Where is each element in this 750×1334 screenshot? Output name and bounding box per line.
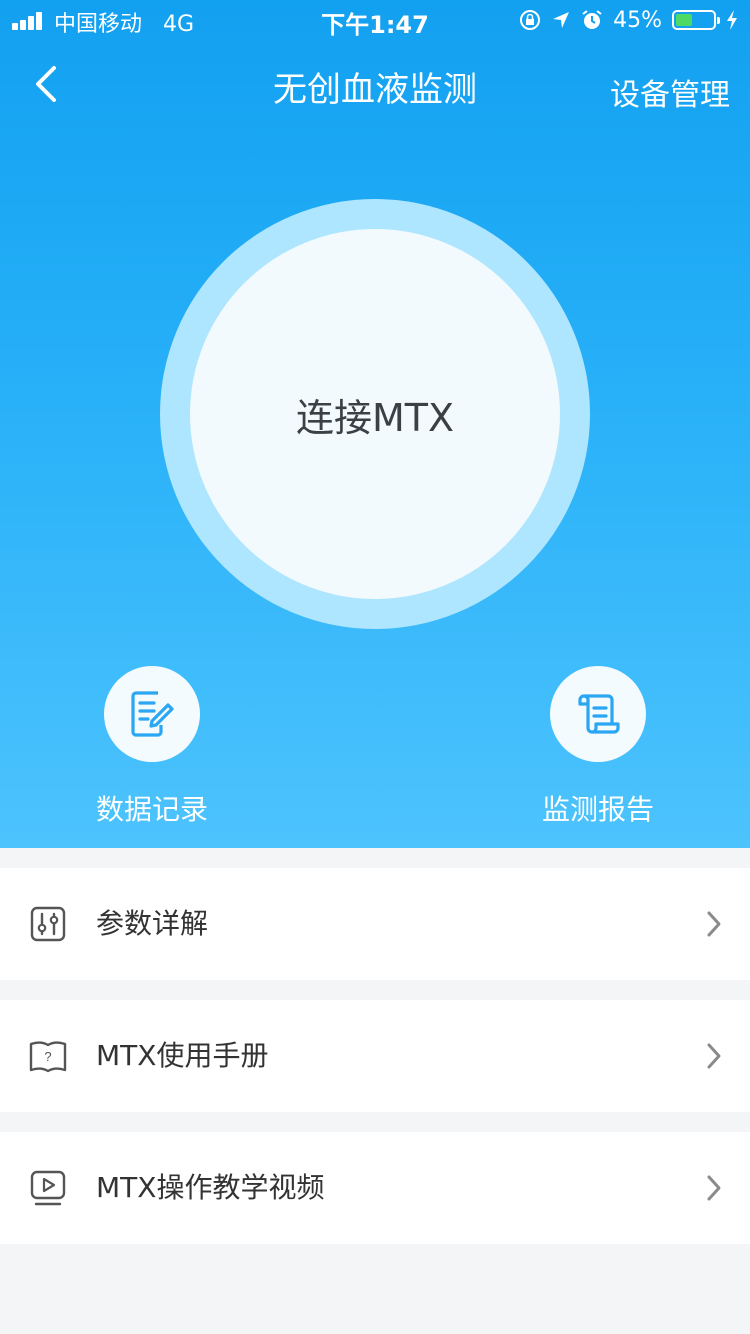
svg-text:?: ? — [44, 1049, 51, 1064]
list-item-label: MTX使用手册 — [96, 1039, 269, 1072]
status-right: 45% — [519, 5, 738, 35]
scroll-report-icon — [578, 694, 620, 734]
data-records-button[interactable]: 数据记录 — [52, 666, 252, 828]
chevron-right-icon — [707, 911, 721, 937]
data-records-label: 数据记录 — [95, 793, 208, 826]
list-item-tutorial-video[interactable]: MTX操作教学视频 — [0, 1132, 750, 1244]
connect-label: 连接MTX — [295, 395, 455, 440]
status-bar: 中国移动 4G 下午1:47 45% — [0, 0, 750, 40]
lock-rotation-icon — [519, 9, 541, 31]
nav-bar: 无创血液监测 设备管理 — [0, 40, 750, 128]
list-item-parameter-details[interactable]: 参数详解 — [0, 868, 750, 980]
chevron-right-icon — [707, 1175, 721, 1201]
battery-percent: 45% — [613, 7, 662, 33]
connect-button[interactable]: 连接MTX — [190, 229, 560, 599]
monitor-report-button[interactable]: 监测报告 — [498, 666, 698, 828]
data-records-icon-circle — [104, 666, 200, 762]
battery-icon — [672, 10, 720, 30]
edit-document-icon — [131, 691, 174, 737]
help-book-icon: ? — [29, 1041, 67, 1073]
list-item-label: 参数详解 — [96, 907, 209, 940]
list-item-label: MTX操作教学视频 — [96, 1171, 325, 1204]
video-play-icon — [30, 1170, 66, 1206]
monitor-report-label: 监测报告 — [541, 793, 654, 826]
monitor-report-icon-circle — [550, 666, 646, 762]
device-management-button[interactable]: 设备管理 — [610, 70, 730, 114]
alarm-icon — [581, 9, 603, 31]
list-item-user-manual[interactable]: ? MTX使用手册 — [0, 1000, 750, 1112]
chevron-right-icon — [707, 1043, 721, 1069]
sliders-icon — [30, 906, 66, 942]
location-arrow-icon — [551, 10, 571, 30]
charging-icon — [726, 9, 738, 31]
